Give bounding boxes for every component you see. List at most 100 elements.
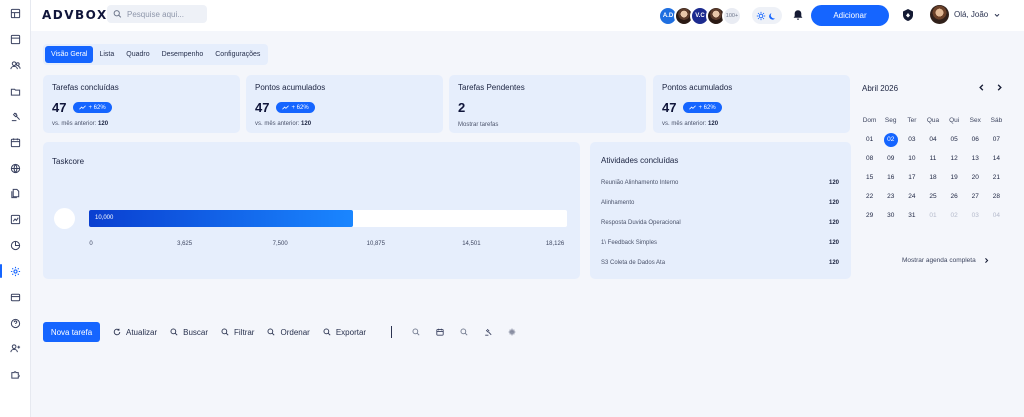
calendar-icon[interactable] [8, 135, 22, 149]
search-input[interactable] [127, 9, 207, 19]
calendar-day[interactable]: 21 [986, 171, 1007, 184]
panel-icon[interactable] [8, 32, 22, 46]
calendar-day[interactable]: 09 [880, 152, 901, 165]
calendar-day[interactable]: 31 [901, 209, 922, 222]
calendar-day[interactable]: 30 [880, 209, 901, 222]
calendar-day[interactable]: 20 [965, 171, 986, 184]
list-item[interactable]: S3 Coleta de Dados Ata 120 [601, 260, 839, 266]
avatar-more-count[interactable]: 100+ [722, 6, 742, 26]
tab-visao-geral[interactable]: Visão Geral [45, 46, 94, 63]
team-avatars[interactable]: A.D V.C 100+ [658, 6, 742, 26]
calendar-day[interactable]: 12 [944, 152, 965, 165]
gear-icon[interactable] [508, 328, 516, 336]
search-icon [113, 10, 122, 18]
globe-icon[interactable] [8, 161, 22, 175]
calendar-day[interactable]: 27 [965, 190, 986, 203]
pie-icon[interactable] [8, 238, 22, 252]
calendar-day[interactable]: 16 [880, 171, 901, 184]
calendar-grid: Dom Seg Ter Qua Qui Sex Sáb 01 02 03 04 05 06 07 08 09 1… [859, 114, 1007, 222]
calendar-day[interactable]: 28 [986, 190, 1007, 203]
layout-icon[interactable] [8, 6, 22, 20]
calendar-day[interactable]: 10 [901, 152, 922, 165]
list-item[interactable]: 1\ Feedback Simples 120 [601, 240, 839, 246]
calendar-day[interactable]: 01 [922, 209, 943, 222]
show-full-agenda-link[interactable]: Mostrar agenda completa [902, 257, 990, 264]
calendar-day[interactable]: 04 [922, 133, 943, 146]
calendar-day[interactable]: 06 [965, 133, 986, 146]
trend-badge-label: + 62% [88, 104, 106, 111]
calendar-day[interactable]: 01 [859, 133, 880, 146]
card-icon[interactable] [8, 290, 22, 304]
sun-icon[interactable] [756, 11, 766, 21]
avatar[interactable] [930, 5, 949, 24]
tab-desempenho[interactable]: Desempenho [156, 46, 210, 63]
add-button[interactable]: Adicionar [811, 5, 889, 26]
calendar-day[interactable]: 03 [901, 133, 922, 146]
search-icon[interactable] [412, 328, 420, 336]
chevron-down-icon[interactable] [993, 11, 1001, 19]
gear-icon[interactable] [0, 264, 22, 278]
sidebar [0, 0, 31, 417]
calendar-day[interactable]: 23 [880, 190, 901, 203]
calendar-day[interactable]: 24 [901, 190, 922, 203]
bell-icon[interactable] [792, 9, 804, 21]
list-item[interactable]: Reunião Alinhamento Interno 120 [601, 180, 839, 186]
search-icon[interactable] [460, 328, 468, 336]
help-icon[interactable] [8, 316, 22, 330]
calendar-day[interactable]: 02 [944, 209, 965, 222]
refresh-button[interactable]: Atualizar [113, 328, 157, 337]
new-task-button[interactable]: Nova tarefa [43, 322, 100, 342]
shield-icon[interactable] [901, 8, 915, 22]
calendar-day[interactable]: 05 [944, 133, 965, 146]
list-item[interactable]: Alinhamento 120 [601, 200, 839, 206]
theme-toggle[interactable] [752, 7, 782, 24]
calendar-day[interactable]: 03 [965, 209, 986, 222]
calendar-day[interactable]: 19 [944, 171, 965, 184]
gavel-icon[interactable] [484, 328, 492, 336]
user-greeting[interactable]: Olá, João [954, 10, 988, 19]
taskcore-card: Taskcore 10,000 0 3,625 7,500 10,875 14,501 1… [43, 142, 580, 279]
calendar-day[interactable]: 04 [986, 209, 1007, 222]
calendar-day-selected[interactable]: 02 [880, 132, 901, 147]
export-button[interactable]: Exportar [323, 328, 366, 337]
taskcore-tick-label: 7,500 [272, 241, 288, 247]
filter-button[interactable]: Filtrar [221, 328, 254, 337]
kpi-card-tarefas-pendentes: Tarefas Pendentes 2 Mostrar tarefas [449, 75, 646, 133]
chart-icon[interactable] [8, 212, 22, 226]
calendar-day[interactable]: 08 [859, 152, 880, 165]
calendar-day[interactable]: 11 [922, 152, 943, 165]
user-menu[interactable]: Olá, João [930, 5, 1001, 24]
gavel-icon[interactable] [8, 109, 22, 123]
app-logo[interactable]: ADVBOX [42, 8, 108, 22]
calendar-icon[interactable] [436, 328, 444, 336]
list-item[interactable]: Resposta Duvida Operacional 120 [601, 220, 839, 226]
calendar-day[interactable]: 07 [986, 133, 1007, 146]
calendar-day[interactable]: 18 [922, 171, 943, 184]
tab-configuracoes[interactable]: Configurações [209, 46, 266, 63]
chevron-right-icon[interactable] [995, 83, 1004, 92]
calendar-day[interactable]: 29 [859, 209, 880, 222]
kpi-title: Pontos acumulados [662, 83, 733, 92]
folder-icon[interactable] [8, 84, 22, 98]
tab-lista[interactable]: Lista [93, 46, 120, 63]
chevron-left-icon[interactable] [977, 83, 986, 92]
search-button[interactable]: Buscar [170, 328, 208, 337]
sort-button[interactable]: Ordenar [267, 328, 310, 337]
users-icon[interactable] [8, 58, 22, 72]
calendar-day[interactable]: 14 [986, 152, 1007, 165]
calendar-day[interactable]: 25 [922, 190, 943, 203]
moon-icon[interactable] [768, 11, 778, 21]
calendar-day[interactable]: 26 [944, 190, 965, 203]
puzzle-icon[interactable] [8, 367, 22, 381]
kpi-comparison-label: vs. mês anterior: [52, 121, 97, 127]
calendar-day[interactable]: 22 [859, 190, 880, 203]
calendar-day[interactable]: 15 [859, 171, 880, 184]
documents-icon[interactable] [8, 186, 22, 200]
calendar-day[interactable]: 17 [901, 171, 922, 184]
trend-up-icon [79, 105, 87, 110]
tab-quadro[interactable]: Quadro [120, 46, 155, 63]
calendar-day[interactable]: 13 [965, 152, 986, 165]
show-tasks-link[interactable]: Mostrar tarefas [458, 122, 637, 128]
search-box[interactable] [107, 5, 207, 23]
add-user-icon[interactable] [8, 341, 22, 355]
